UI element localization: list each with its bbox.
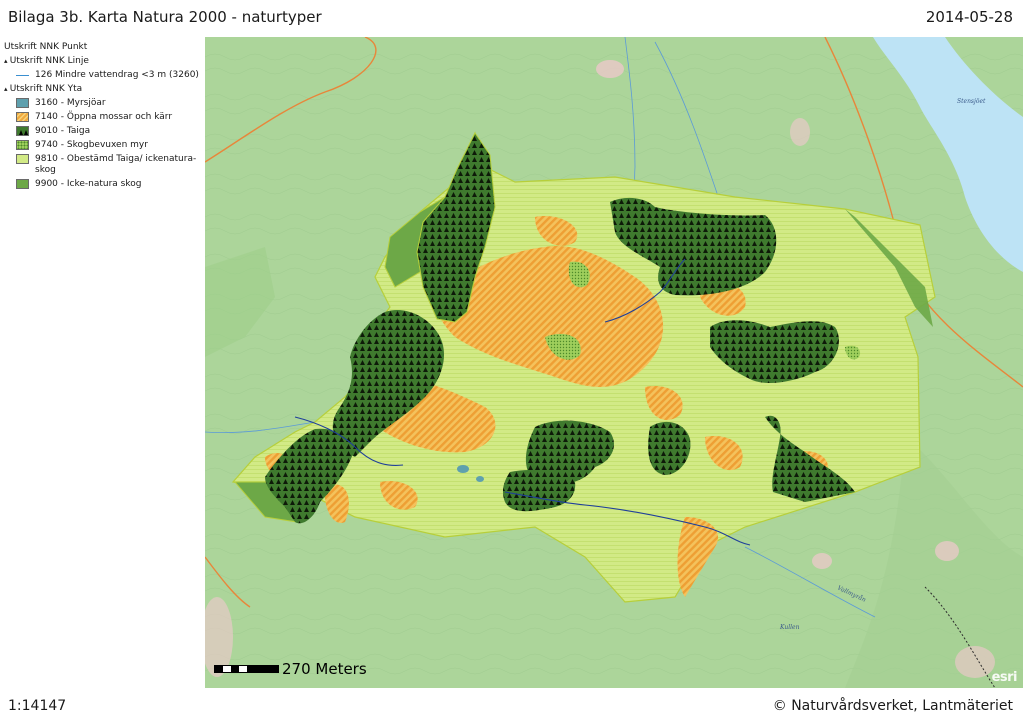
map-canvas[interactable]: Stensjöet Vallmyrån Kullen: [205, 37, 1023, 688]
skogbevuxen-myr-swatch: [16, 140, 29, 150]
icke-natura-skog-swatch: [16, 179, 29, 189]
rock-patch: [790, 118, 810, 146]
rock-patch: [955, 646, 995, 678]
legend-item: 3160 - Myrsjöar: [16, 98, 200, 109]
rock-patch: [935, 541, 959, 561]
legend-item: 9010 - Taiga: [16, 126, 200, 137]
lake-label: Stensjöet: [957, 98, 986, 105]
scale-segment: [231, 666, 239, 672]
esri-logo: esri: [991, 670, 1018, 685]
legend-item-label: 9900 - Icke-natura skog: [35, 179, 142, 189]
scale-bar-graphic: [214, 665, 279, 673]
legend-line-item: 126 Mindre vattendrag <3 m (3260): [16, 70, 200, 81]
legend-area-layer: Utskrift NNK Yta: [4, 84, 200, 95]
scale-bar: 270 Meters: [214, 660, 367, 678]
scale-bar-label: 270 Meters: [282, 660, 367, 678]
legend-item: 9810 - Obestämd Taiga/ ickenatura-skog: [16, 154, 200, 176]
scale-segment: [223, 666, 231, 672]
place-label: Kullen: [779, 624, 800, 631]
stream-line-swatch: [16, 70, 29, 80]
scale-segment: [247, 666, 278, 672]
scale-segment: [215, 666, 223, 672]
myrsjoar-swatch: [16, 98, 29, 108]
area-myrsjoar: [457, 465, 469, 473]
legend-item-label: 3160 - Myrsjöar: [35, 98, 106, 108]
legend-item: 9740 - Skogbevuxen myr: [16, 140, 200, 151]
legend-point-layer: Utskrift NNK Punkt: [4, 42, 88, 52]
rock-patch: [596, 60, 624, 78]
map-date: 2014-05-28: [925, 8, 1013, 26]
map-svg: Stensjöet Vallmyrån Kullen: [205, 37, 1023, 688]
map-title: Bilaga 3b. Karta Natura 2000 - naturtype…: [8, 8, 322, 26]
map-scale: 1:14147: [8, 698, 67, 714]
legend-item-label: 9810 - Obestämd Taiga/ ickenatura-skog: [35, 154, 197, 175]
taiga-swatch: [16, 126, 29, 136]
oppna-mossar-swatch: [16, 112, 29, 122]
legend-item: 9900 - Icke-natura skog: [16, 179, 200, 190]
rock-patch: [812, 553, 832, 569]
area-myrsjoar: [476, 476, 484, 482]
legend-item-label: 7140 - Öppna mossar och kärr: [35, 112, 173, 122]
legend-item: 7140 - Öppna mossar och kärr: [16, 112, 200, 123]
legend-line-label: 126 Mindre vattendrag <3 m (3260): [35, 70, 199, 80]
legend-item-label: 9740 - Skogbevuxen myr: [35, 140, 148, 150]
obestamd-taiga-swatch: [16, 154, 29, 164]
copyright: © Naturvårdsverket, Lantmäteriet: [772, 698, 1013, 714]
legend-line-layer: Utskrift NNK Linje: [4, 56, 200, 67]
scale-segment: [239, 666, 247, 672]
legend-item-label: 9010 - Taiga: [35, 126, 91, 136]
legend: Utskrift NNK Punkt Utskrift NNK Linje 12…: [4, 40, 200, 193]
